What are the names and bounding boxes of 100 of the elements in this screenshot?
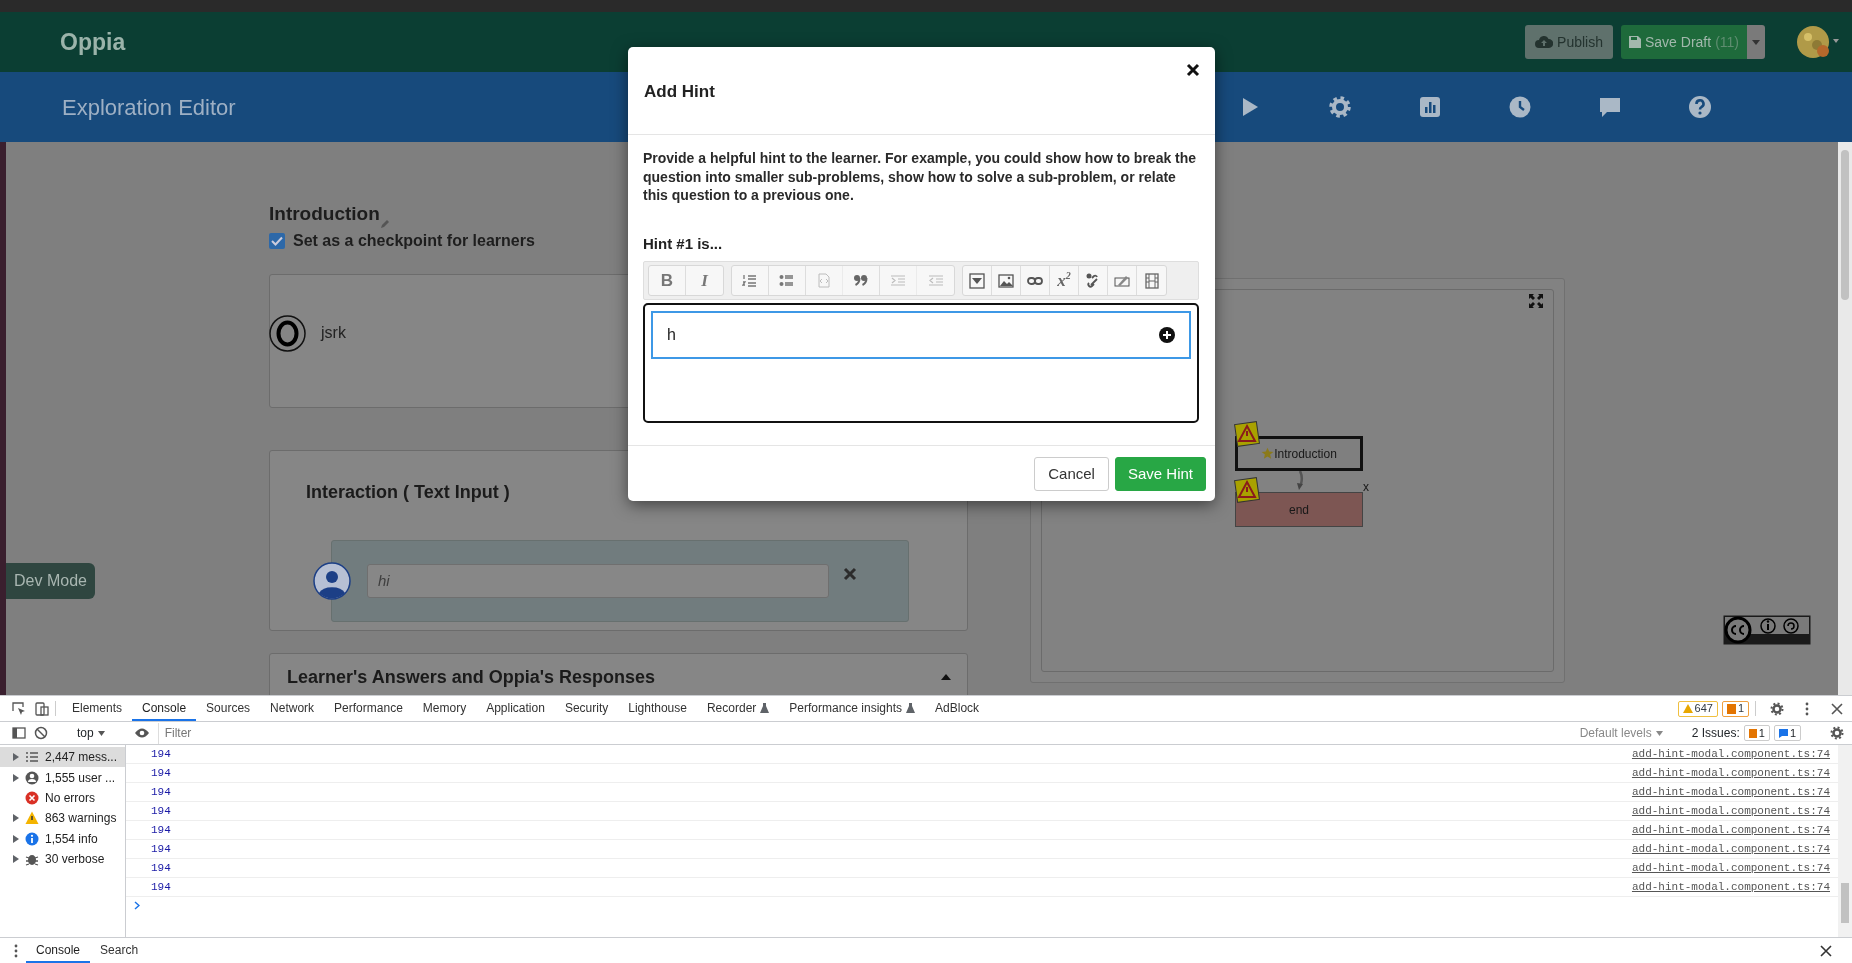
hint-label: Hint #1 is... xyxy=(643,233,724,254)
sidebar-toggle-icon[interactable] xyxy=(12,726,26,740)
source-link[interactable]: add-hint-modal.component.ts:74 xyxy=(1631,764,1830,782)
bullet-list-icon[interactable] xyxy=(779,272,795,289)
star-icon xyxy=(1261,447,1275,460)
devtools-tab[interactable]: Elements xyxy=(62,696,133,721)
drawer-tab[interactable]: Console xyxy=(26,938,91,963)
delete-link[interactable]: x xyxy=(1363,478,1369,496)
sidebar-item[interactable]: 863 warnings xyxy=(0,808,125,829)
source-link[interactable]: add-hint-modal.component.ts:74 xyxy=(1631,878,1830,896)
skill-link-icon[interactable] xyxy=(1085,272,1101,289)
dropdown-icon[interactable] xyxy=(969,272,985,289)
logo[interactable]: Oppia xyxy=(60,24,126,60)
expand-icon[interactable] xyxy=(1528,293,1544,309)
warning-icon xyxy=(1234,477,1260,503)
state-title: Introduction xyxy=(269,202,380,226)
log-message: 194 xyxy=(151,765,171,781)
sidebar-item[interactable]: 1,555 user ... xyxy=(0,767,125,788)
add-icon[interactable] xyxy=(1159,327,1175,343)
source-link[interactable]: add-hint-modal.component.ts:74 xyxy=(1631,802,1830,820)
expand-arrow-icon[interactable] xyxy=(13,855,19,864)
prompt-icon[interactable] xyxy=(134,901,140,910)
state-node[interactable]: Introduction xyxy=(1235,436,1363,471)
more-icon[interactable] xyxy=(14,943,18,958)
ordered-list-icon[interactable] xyxy=(742,272,758,289)
license-badge-icon[interactable] xyxy=(1723,615,1811,645)
caret-icon xyxy=(1752,39,1760,45)
devtools-tab[interactable]: AdBlock xyxy=(925,696,990,721)
source-link[interactable]: add-hint-modal.component.ts:74 xyxy=(1631,821,1830,839)
chat-bubble-icon[interactable] xyxy=(1598,95,1622,119)
caret-up-icon[interactable] xyxy=(941,674,951,680)
scrollbar[interactable] xyxy=(1838,745,1852,937)
devtools-tab[interactable]: Memory xyxy=(412,696,477,721)
devtools-tab[interactable]: Application xyxy=(476,696,555,721)
chat-icon xyxy=(1778,728,1788,738)
close-icon[interactable] xyxy=(1186,63,1200,77)
sidebar-item[interactable]: 2,447 mess... xyxy=(0,747,125,768)
bug-icon xyxy=(25,852,39,867)
devtools-tab[interactable]: Lighthouse xyxy=(618,696,697,721)
close-icon[interactable] xyxy=(1820,944,1832,957)
issues-button[interactable]: 2 Issues: 1 1 xyxy=(1691,724,1801,742)
answer-field[interactable]: hi xyxy=(367,563,829,598)
expand-arrow-icon[interactable] xyxy=(13,753,19,762)
context-dropdown[interactable]: top xyxy=(77,724,105,742)
source-link[interactable]: add-hint-modal.component.ts:74 xyxy=(1631,783,1830,801)
devtools-tab[interactable]: Network xyxy=(260,696,325,721)
cancel-button[interactable]: Cancel xyxy=(1034,457,1109,491)
warnings-badge[interactable]: 647 xyxy=(1677,700,1718,717)
inspect-icon[interactable] xyxy=(12,701,26,716)
device-icon[interactable] xyxy=(35,701,49,716)
sidebar-item[interactable]: 1,554 info xyxy=(0,828,125,849)
log-message: 194 xyxy=(151,841,171,857)
expand-arrow-icon[interactable] xyxy=(13,773,19,782)
sidebar-item[interactable]: 30 verbose xyxy=(0,848,125,870)
interaction-title: Interaction ( Text Input ) xyxy=(305,480,511,504)
expand-arrow-icon[interactable] xyxy=(13,814,19,823)
page-title: Exploration Editor xyxy=(62,93,236,122)
dev-mode-badge: Dev Mode xyxy=(6,563,95,599)
settings-icon[interactable] xyxy=(1770,701,1784,716)
warning-icon xyxy=(1234,421,1260,447)
source-link[interactable]: add-hint-modal.component.ts:74 xyxy=(1631,745,1830,763)
devtools-tab[interactable]: Performance xyxy=(324,696,413,721)
image-icon[interactable] xyxy=(998,272,1014,289)
devtools-tab[interactable]: Performance insights xyxy=(779,696,926,721)
source-link[interactable]: add-hint-modal.component.ts:74 xyxy=(1631,840,1830,858)
avatar-icon[interactable] xyxy=(1796,25,1840,59)
math-button[interactable]: x$^{2}$ xyxy=(1050,266,1079,295)
devtools-tab[interactable]: Console xyxy=(132,696,197,721)
caret-down-icon xyxy=(1655,730,1663,736)
clock-icon[interactable] xyxy=(1508,95,1532,119)
italic-button[interactable]: I xyxy=(686,266,723,295)
flag-icon xyxy=(1726,703,1736,714)
scrollbar[interactable] xyxy=(1838,142,1852,695)
devtools-tab[interactable]: Recorder xyxy=(696,696,780,721)
settings-icon[interactable] xyxy=(1830,726,1844,740)
drawer-tab[interactable]: Search xyxy=(90,938,149,963)
log-message: 194 xyxy=(151,822,171,838)
caret-down-icon xyxy=(97,730,105,736)
log-message: 194 xyxy=(151,784,171,800)
sidebar-item[interactable]: No errors xyxy=(0,787,125,809)
devtools-tab[interactable]: Security xyxy=(554,696,619,721)
log-levels-dropdown[interactable]: Default levels xyxy=(1571,724,1663,742)
errors-badge[interactable]: 1 xyxy=(1721,700,1749,717)
dropdown-button[interactable] xyxy=(1747,25,1765,59)
bold-button[interactable]: B xyxy=(649,266,686,295)
rich-text-editor[interactable]: h xyxy=(643,303,1199,423)
clear-icon[interactable] xyxy=(34,726,48,740)
bar-chart-icon[interactable] xyxy=(1418,95,1442,119)
modal-title: Add Hint xyxy=(644,81,715,103)
settings-icon[interactable] xyxy=(1328,95,1352,119)
quote-icon[interactable] xyxy=(853,272,869,289)
source-link[interactable]: add-hint-modal.component.ts:74 xyxy=(1631,859,1830,877)
devtools-tab[interactable]: Sources xyxy=(196,696,261,721)
help-icon[interactable] xyxy=(1688,95,1712,119)
expand-arrow-icon[interactable] xyxy=(13,834,19,843)
close-icon[interactable] xyxy=(1830,701,1844,716)
film-icon[interactable] xyxy=(1143,272,1160,289)
user-icon xyxy=(25,770,39,785)
checkbox[interactable] xyxy=(269,232,285,249)
eye-icon[interactable] xyxy=(133,727,150,739)
